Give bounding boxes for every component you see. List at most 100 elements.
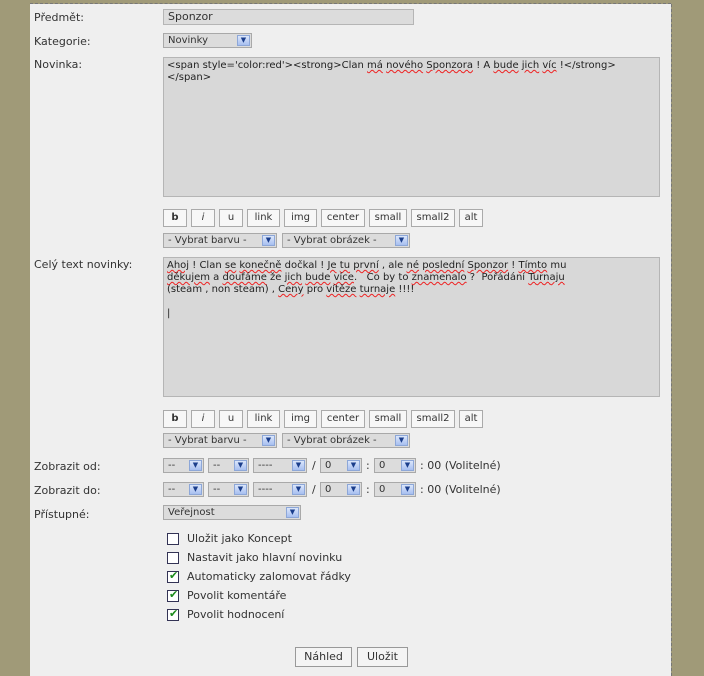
to-minute-select[interactable]: 0 ▼ (374, 482, 416, 497)
to-day-select[interactable]: -- ▼ (163, 482, 204, 497)
subject-label: Předmět: (34, 11, 84, 24)
from-month-select-value: -- (213, 460, 221, 471)
text-run: ! (508, 260, 519, 271)
option-checkbox[interactable]: ✔ (167, 569, 179, 583)
chevron-down-icon: ▼ (189, 484, 202, 495)
from-minute-select[interactable]: 0 ▼ (374, 458, 416, 473)
option-checkbox[interactable]: ✔ (167, 607, 179, 621)
option-checkbox[interactable] (167, 552, 179, 564)
color-select-1-value: - Vybrat barvu - (168, 235, 247, 246)
from-minute-select-value: 0 (379, 460, 386, 471)
from-day-select-value: -- (168, 460, 176, 471)
format-button-small2[interactable]: small2 (411, 410, 455, 428)
date-separator: / (312, 483, 316, 496)
category-select-value: Novinky (168, 35, 208, 46)
access-select-value: Veřejnost (168, 507, 215, 518)
to-year-select-value: ---- (258, 484, 273, 495)
misspelled-word: tu (339, 260, 351, 271)
format-button-b[interactable]: b (163, 209, 187, 227)
option-label: Automaticky zalomovat řádky (187, 570, 351, 583)
save-button[interactable]: Uložit (357, 647, 408, 667)
format-button-alt[interactable]: alt (459, 209, 483, 227)
misspelled-word: děkujem (167, 272, 210, 283)
to-optional-note: : 00 (Volitelné) (420, 483, 501, 496)
check-icon: ✔ (169, 588, 179, 601)
to-month-select[interactable]: -- ▼ (208, 482, 249, 497)
misspelled-word: první (353, 260, 379, 271)
misspelled-word: turnaje (359, 284, 396, 295)
format-button-small2[interactable]: small2 (411, 209, 455, 227)
from-hour-select-value: 0 (325, 460, 332, 471)
image-select-2[interactable]: - Vybrat obrázek - ▼ (282, 433, 410, 448)
text-run: <span style='color:red'><strong>Clan (167, 60, 368, 71)
option-checkbox[interactable] (167, 533, 179, 545)
format-button-i[interactable]: i (191, 410, 215, 428)
access-label: Přístupné: (34, 508, 90, 521)
misspelled-word: bude (305, 272, 331, 283)
text-run: ? Pořádání (466, 272, 529, 283)
option-checkbox[interactable]: ✔ (167, 588, 179, 602)
format-button-u[interactable]: u (219, 209, 243, 227)
format-button-alt[interactable]: alt (459, 410, 483, 428)
category-select[interactable]: Novinky ▼ (163, 33, 252, 48)
color-select-2[interactable]: - Vybrat barvu - ▼ (163, 433, 277, 448)
chevron-down-icon: ▼ (401, 484, 414, 495)
text-run: (steam , non steam) , (167, 284, 275, 295)
access-select[interactable]: Veřejnost ▼ (163, 505, 301, 520)
to-hour-select-value: 0 (325, 484, 332, 495)
misspelled-word: znamenalo (411, 272, 467, 283)
image-select-1[interactable]: - Vybrat obrázek - ▼ (282, 233, 410, 248)
format-button-small[interactable]: small (369, 209, 407, 227)
to-year-select[interactable]: ---- ▼ (253, 482, 307, 497)
chevron-down-icon: ▼ (237, 35, 250, 46)
misspelled-word: Turnaju (528, 272, 565, 283)
chevron-down-icon: ▼ (262, 435, 275, 446)
check-icon: ✔ (169, 569, 179, 582)
format-button-img[interactable]: img (284, 410, 317, 428)
misspelled-word: né (406, 260, 420, 271)
chevron-down-icon: ▼ (189, 460, 202, 471)
format-button-img[interactable]: img (284, 209, 317, 227)
full-text-textarea[interactable]: Ahoj ! Clan se konečně dočkal ! Je tu pr… (163, 257, 660, 397)
format-button-u[interactable]: u (219, 410, 243, 428)
misspelled-word: Tímto (518, 260, 548, 271)
format-button-i[interactable]: i (191, 209, 215, 227)
preview-button[interactable]: Náhled (295, 647, 352, 667)
format-button-link[interactable]: link (247, 209, 280, 227)
chevron-down-icon: ▼ (234, 484, 247, 495)
chevron-down-icon: ▼ (234, 460, 247, 471)
text-run: a (210, 272, 223, 283)
text-run: ! A (473, 60, 494, 71)
misspelled-word: víc (542, 60, 557, 71)
format-button-center[interactable]: center (321, 209, 365, 227)
format-toolbar-1: b i u link img center small small2 alt (163, 209, 483, 227)
format-button-center[interactable]: center (321, 410, 365, 428)
option-label: Povolit komentáře (187, 589, 287, 602)
date-separator: / (312, 459, 316, 472)
news-textarea[interactable]: <span style='color:red'><strong>Clan má … (163, 57, 660, 197)
from-optional-note: : 00 (Volitelné) (420, 459, 501, 472)
from-hour-select[interactable]: 0 ▼ (320, 458, 362, 473)
misspelled-word: konečně (239, 260, 282, 271)
time-separator: : (366, 459, 370, 472)
format-button-small[interactable]: small (369, 410, 407, 428)
format-button-b[interactable]: b (163, 410, 187, 428)
format-button-link[interactable]: link (247, 410, 280, 428)
from-year-select[interactable]: ---- ▼ (253, 458, 307, 473)
color-select-1[interactable]: - Vybrat barvu - ▼ (163, 233, 277, 248)
from-day-select[interactable]: -- ▼ (163, 458, 204, 473)
misspelled-word: více (333, 272, 354, 283)
option-label: Uložit jako Koncept (187, 532, 292, 545)
to-hour-select[interactable]: 0 ▼ (320, 482, 362, 497)
from-month-select[interactable]: -- ▼ (208, 458, 249, 473)
chevron-down-icon: ▼ (292, 460, 305, 471)
category-label: Kategorie: (34, 35, 91, 48)
news-label: Novinka: (34, 58, 83, 71)
format-toolbar-2: b i u link img center small small2 alt (163, 410, 483, 428)
misspelled-word: nového (386, 60, 424, 71)
chevron-down-icon: ▼ (401, 460, 414, 471)
panel-border-top (30, 3, 671, 5)
text-run: dočkal ! (281, 260, 328, 271)
full-text-label: Celý text novinky: (34, 258, 133, 271)
subject-input[interactable]: Sponzor (163, 9, 414, 25)
